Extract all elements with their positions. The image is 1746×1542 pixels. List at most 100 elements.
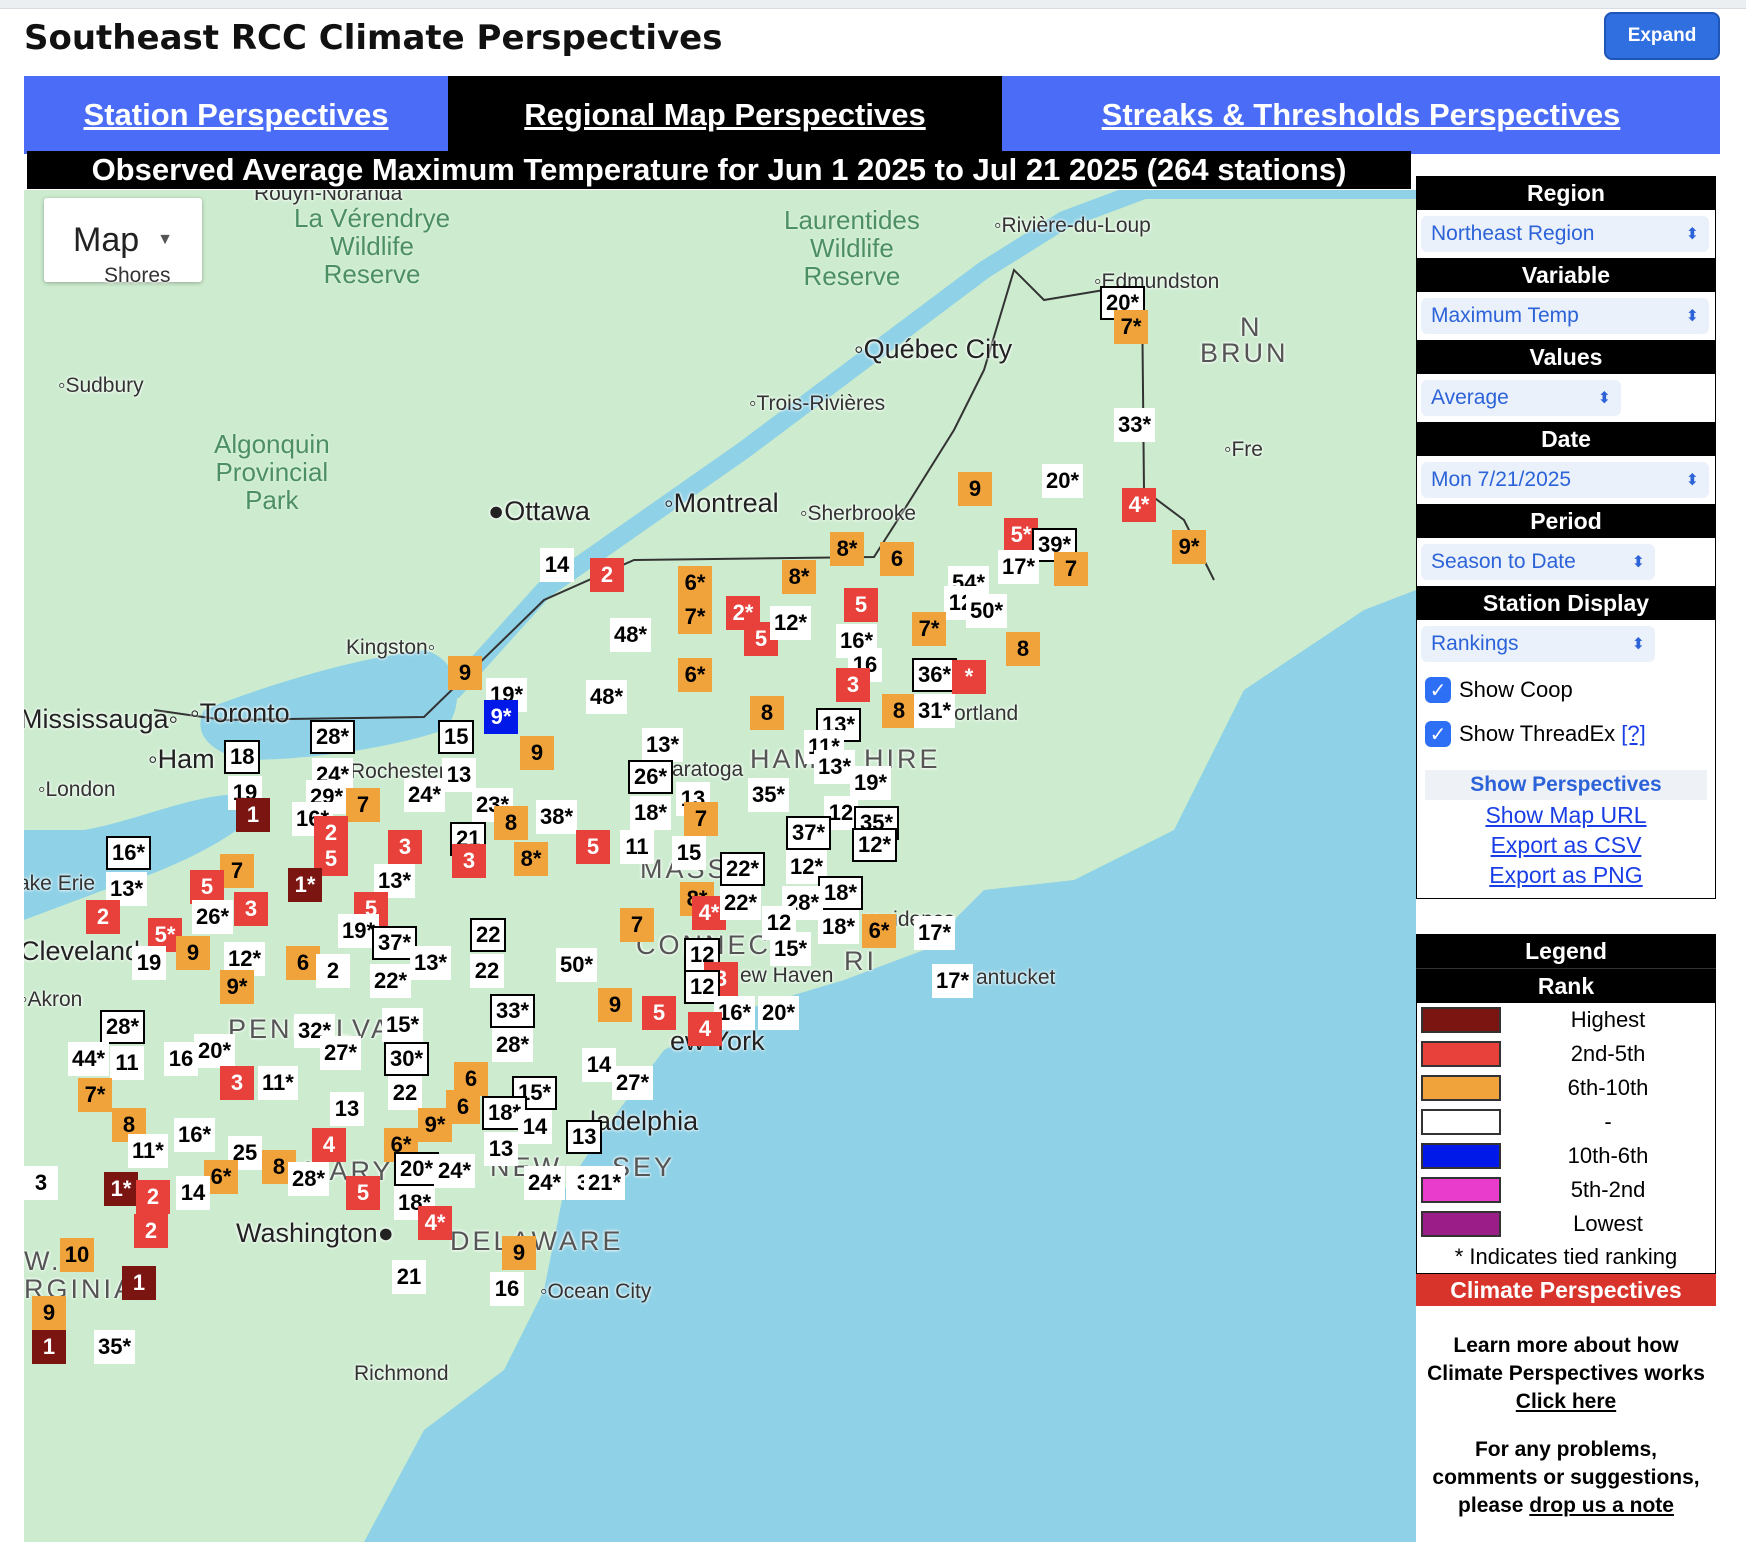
station-marker[interactable]: 2	[134, 1214, 168, 1248]
station-marker[interactable]: 8	[494, 806, 528, 840]
station-marker[interactable]: 27*	[612, 1066, 654, 1100]
station-marker[interactable]: 28*	[310, 720, 356, 754]
station-marker[interactable]: 1*	[104, 1172, 138, 1206]
station-marker[interactable]: 13	[484, 1132, 518, 1166]
station-marker[interactable]: 2	[316, 954, 350, 988]
station-marker[interactable]: 9	[598, 988, 632, 1022]
station-marker[interactable]: 22	[388, 1076, 422, 1110]
show-map-url-link[interactable]: Show Map URL	[1417, 800, 1715, 830]
station-marker[interactable]: 1	[236, 798, 270, 832]
station-display-select[interactable]: Rankings ⬍	[1421, 626, 1655, 662]
station-marker[interactable]: 28*	[288, 1162, 330, 1196]
station-marker[interactable]: 6*	[862, 914, 896, 948]
station-marker[interactable]: 3	[836, 668, 870, 702]
station-marker[interactable]: 10	[60, 1238, 94, 1272]
station-marker[interactable]: 20*	[1042, 464, 1084, 498]
station-marker[interactable]: 38*	[536, 800, 578, 834]
station-marker[interactable]: 19	[132, 946, 166, 980]
station-marker[interactable]: 8	[750, 696, 784, 730]
station-marker[interactable]: 26*	[628, 760, 674, 794]
variable-select[interactable]: Maximum Temp ⬍	[1421, 298, 1709, 334]
station-marker[interactable]: 13*	[642, 728, 684, 762]
station-marker[interactable]: 37*	[786, 816, 832, 850]
station-marker[interactable]: 6	[286, 946, 320, 980]
station-marker[interactable]: 18	[224, 740, 261, 774]
station-marker[interactable]: 8*	[830, 532, 864, 566]
station-marker[interactable]: 7	[620, 908, 654, 942]
station-marker[interactable]: 6	[880, 542, 914, 576]
station-marker[interactable]: 5	[844, 588, 878, 622]
station-marker[interactable]: 5	[576, 830, 610, 864]
tab-streaks-thresholds-perspectives[interactable]: Streaks & Thresholds Perspectives	[1002, 76, 1720, 154]
date-select[interactable]: Mon 7/21/2025 ⬍	[1421, 462, 1709, 498]
station-marker[interactable]: 14	[176, 1176, 210, 1210]
expand-button[interactable]: Expand	[1604, 12, 1720, 60]
station-marker[interactable]: 17*	[998, 550, 1040, 584]
station-marker[interactable]: 15	[672, 836, 706, 870]
station-marker[interactable]: 16*	[174, 1118, 216, 1152]
station-marker[interactable]: 19*	[850, 766, 892, 800]
station-marker[interactable]: 20*	[394, 1152, 440, 1186]
drop-note-link[interactable]: drop us a note	[1529, 1494, 1674, 1517]
station-marker[interactable]: 1*	[288, 868, 322, 902]
station-marker[interactable]: 28*	[492, 1028, 534, 1062]
station-marker[interactable]: 7	[1054, 552, 1088, 586]
export-png-link[interactable]: Export as PNG	[1417, 860, 1715, 890]
station-marker[interactable]: 22	[470, 918, 507, 952]
station-marker[interactable]: 9*	[418, 1108, 452, 1142]
station-marker[interactable]: 24*	[434, 1154, 476, 1188]
station-marker[interactable]: 50*	[966, 594, 1008, 628]
station-marker[interactable]: 6*	[678, 566, 712, 600]
station-marker[interactable]: 9	[520, 736, 554, 770]
station-marker[interactable]: 12*	[770, 606, 812, 640]
station-marker[interactable]: 16	[490, 1272, 524, 1306]
station-marker[interactable]: *	[952, 660, 986, 694]
values-select[interactable]: Average ⬍	[1421, 380, 1621, 416]
station-marker[interactable]: 30*	[384, 1042, 430, 1076]
station-marker[interactable]: 22*	[720, 886, 762, 920]
station-marker[interactable]: 3	[452, 844, 486, 878]
station-marker[interactable]: 3	[388, 830, 422, 864]
station-marker[interactable]: 11*	[258, 1066, 298, 1100]
station-marker[interactable]: 8*	[514, 842, 548, 876]
station-marker[interactable]: 7*	[78, 1078, 112, 1112]
station-marker[interactable]: 9	[448, 656, 482, 690]
tab-regional-map-perspectives[interactable]: Regional Map Perspectives	[448, 76, 1002, 154]
station-marker[interactable]: 8*	[782, 560, 816, 594]
station-marker[interactable]: 48*	[586, 680, 628, 714]
station-marker[interactable]: 4	[688, 1012, 722, 1046]
station-marker[interactable]: 17*	[932, 964, 974, 998]
threadex-help-link[interactable]: [?]	[1621, 721, 1645, 747]
station-marker[interactable]: 5	[346, 1176, 380, 1210]
station-marker[interactable]: 20*	[194, 1034, 236, 1068]
station-marker[interactable]: 15	[438, 720, 475, 754]
station-marker[interactable]: 1	[32, 1330, 66, 1364]
station-marker[interactable]: 35*	[94, 1330, 136, 1364]
station-marker[interactable]: 27*	[320, 1036, 362, 1070]
learn-more-link[interactable]: Click here	[1516, 1390, 1616, 1413]
station-marker[interactable]: 16*	[106, 836, 152, 870]
station-marker[interactable]: 4*	[1122, 488, 1156, 522]
station-marker[interactable]: 4*	[418, 1206, 452, 1240]
station-marker[interactable]: 9*	[1172, 530, 1206, 564]
station-marker[interactable]: 44*	[68, 1042, 110, 1076]
show-threadex-checkbox[interactable]: ✓	[1425, 721, 1451, 747]
station-marker[interactable]: 24*	[404, 778, 446, 812]
station-marker[interactable]: 15*	[382, 1008, 424, 1042]
station-marker[interactable]: 9	[176, 936, 210, 970]
station-marker[interactable]: 18*	[818, 910, 860, 944]
station-marker[interactable]: 35*	[748, 778, 790, 812]
station-marker[interactable]: 33*	[1114, 408, 1156, 442]
station-marker[interactable]: 17*	[914, 916, 956, 950]
station-marker[interactable]: 7	[684, 802, 718, 836]
station-marker[interactable]: 18*	[818, 876, 864, 910]
station-marker[interactable]: 11*	[128, 1134, 168, 1168]
station-marker[interactable]: 3	[220, 1066, 254, 1100]
station-marker[interactable]: 22*	[370, 964, 412, 998]
station-marker[interactable]: 3	[24, 1166, 58, 1200]
station-marker[interactable]: 7	[346, 788, 380, 822]
station-marker[interactable]: 22*	[720, 852, 766, 886]
station-marker[interactable]: 13*	[410, 946, 452, 980]
station-marker[interactable]: 8	[882, 694, 916, 728]
station-marker[interactable]: 7*	[1114, 310, 1148, 344]
